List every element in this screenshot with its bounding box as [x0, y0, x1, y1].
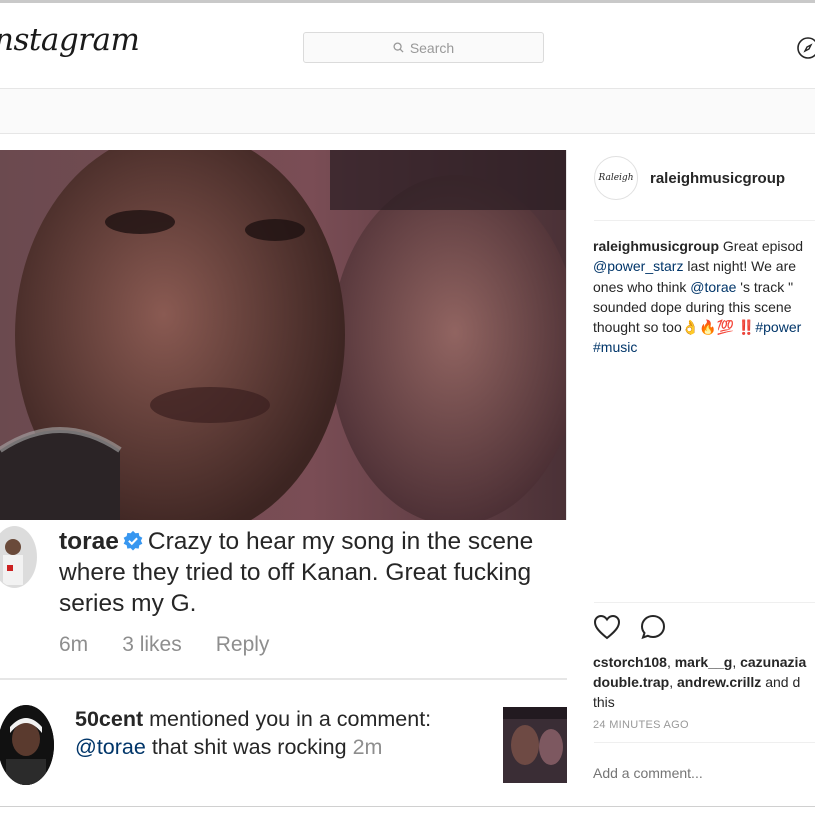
notification-divider: [0, 678, 567, 680]
search-icon: [393, 42, 404, 53]
liker-link[interactable]: cazunazia: [740, 654, 806, 670]
50cent-avatar[interactable]: [0, 705, 54, 785]
caption-text: thought so too👌🔥💯 ‼️: [593, 319, 756, 336]
caption-text: 's track ": [736, 278, 794, 295]
mention-torae-link[interactable]: @torae: [75, 735, 146, 759]
comment-icon[interactable]: [640, 614, 666, 640]
mention-age: 2m: [352, 735, 383, 759]
post-caption: raleighmusicgroup Great episod @power_st…: [593, 236, 815, 358]
post-photo[interactable]: [0, 150, 567, 520]
subheader-bar: [0, 89, 815, 133]
search-placeholder: Search: [409, 39, 455, 56]
caption-text: sounded dope during this scene: [593, 298, 792, 315]
hashtag-power[interactable]: #power: [755, 319, 801, 335]
caption-text: Great episod: [719, 238, 804, 254]
liker-link[interactable]: andrew.crillz: [677, 674, 761, 690]
mention-text: that shit was rocking: [145, 735, 353, 759]
window-top-edge: [0, 0, 815, 3]
instagram-logo[interactable]: nstagram: [0, 22, 140, 58]
heart-icon[interactable]: [593, 614, 621, 640]
post-timestamp[interactable]: 24 MINUTES AGO: [593, 719, 689, 731]
likes-tail: this: [593, 694, 615, 710]
author-username[interactable]: raleighmusicgroup: [650, 170, 785, 187]
panel-divider-top: [594, 220, 815, 221]
verified-icon: [123, 530, 143, 551]
hashtag-music[interactable]: #music: [593, 339, 637, 355]
caption-text: last night! We are: [683, 258, 797, 275]
panel-divider-actions: [594, 602, 815, 603]
comment-likes[interactable]: 3 likes: [122, 633, 182, 657]
mention-text: mentioned you in a comment:: [143, 707, 432, 731]
reply-button[interactable]: Reply: [216, 633, 270, 657]
likes-tail: and d: [761, 674, 801, 690]
torae-comment-meta: 6m 3 likes Reply: [59, 633, 269, 657]
panel-divider-comment: [594, 742, 815, 743]
caption-username[interactable]: raleighmusicgroup: [593, 238, 719, 254]
mention-post-thumbnail[interactable]: [503, 707, 567, 783]
likes-summary: cstorch108, mark__g, cazunazia double.tr…: [593, 654, 807, 710]
liker-link[interactable]: double.trap: [593, 674, 669, 690]
50cent-avatar-image: [0, 705, 54, 785]
compass-icon[interactable]: [796, 36, 815, 60]
liker-link[interactable]: mark__g: [675, 654, 733, 670]
search-input[interactable]: Search: [303, 32, 544, 63]
add-comment-input[interactable]: [593, 765, 793, 781]
liker-link[interactable]: cstorch108: [593, 654, 667, 670]
author-avatar[interactable]: Raleigh: [594, 156, 638, 200]
mention-power-starz[interactable]: @power_starz: [593, 258, 683, 274]
torae-username[interactable]: torae: [59, 528, 119, 555]
subheader-divider: [0, 133, 815, 134]
thumbnail-image: [503, 707, 567, 783]
torae-comment: torae Crazy to hear my song in the scene …: [59, 526, 559, 619]
comment-age: 6m: [59, 633, 89, 656]
window-bottom-edge: [0, 806, 815, 815]
post-photo-image: [0, 150, 567, 520]
mention-torae[interactable]: @torae: [690, 279, 736, 295]
50cent-username[interactable]: 50cent: [75, 707, 143, 731]
50cent-mention: 50cent mentioned you in a comment: @tora…: [75, 705, 475, 761]
caption-text: ones who think: [593, 278, 691, 295]
